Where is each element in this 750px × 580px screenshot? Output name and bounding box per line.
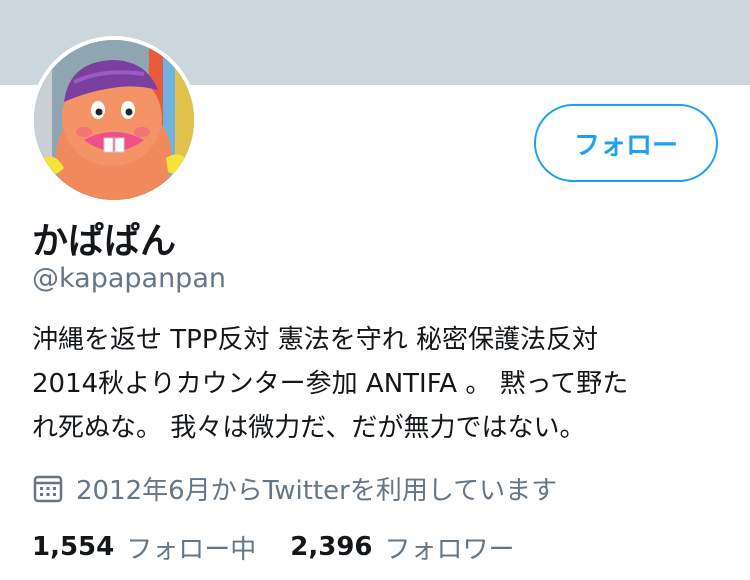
mascot-illustration <box>34 40 194 200</box>
profile-bio: 沖縄を返せ TPP反対 憲法を守れ 秘密保護法反対 2014秋よりカウンター参加… <box>32 318 722 450</box>
join-date-text: 2012年6月からTwitterを利用しています <box>76 475 558 506</box>
following-stat[interactable]: 1,554 フォロー中 <box>32 529 256 566</box>
user-handle[interactable]: @kapapanpan <box>32 263 226 294</box>
follow-button[interactable]: フォロー <box>534 104 718 182</box>
display-name: かぱぱん <box>32 221 177 262</box>
bio-line: 2014秋よりカウンター参加 ANTIFA 。 黙って野た <box>32 369 629 399</box>
calendar-icon <box>32 472 64 504</box>
bio-line: 沖縄を返せ TPP反対 憲法を守れ 秘密保護法反対 <box>32 325 599 355</box>
profile-avatar[interactable] <box>30 36 198 204</box>
bio-line: れ死ぬな。 我々は微力だ、だが無力ではない。 <box>32 413 586 443</box>
followers-label: フォロワー <box>384 534 515 565</box>
followers-stat[interactable]: 2,396 フォロワー <box>290 529 514 566</box>
following-label: フォロー中 <box>126 534 257 565</box>
followers-count: 2,396 <box>290 532 373 562</box>
join-date: 2012年6月からTwitterを利用しています <box>32 468 557 508</box>
profile-stats: 1,554 フォロー中 2,396 フォロワー <box>32 526 549 568</box>
avatar-image <box>34 40 194 200</box>
following-count: 1,554 <box>32 532 115 562</box>
